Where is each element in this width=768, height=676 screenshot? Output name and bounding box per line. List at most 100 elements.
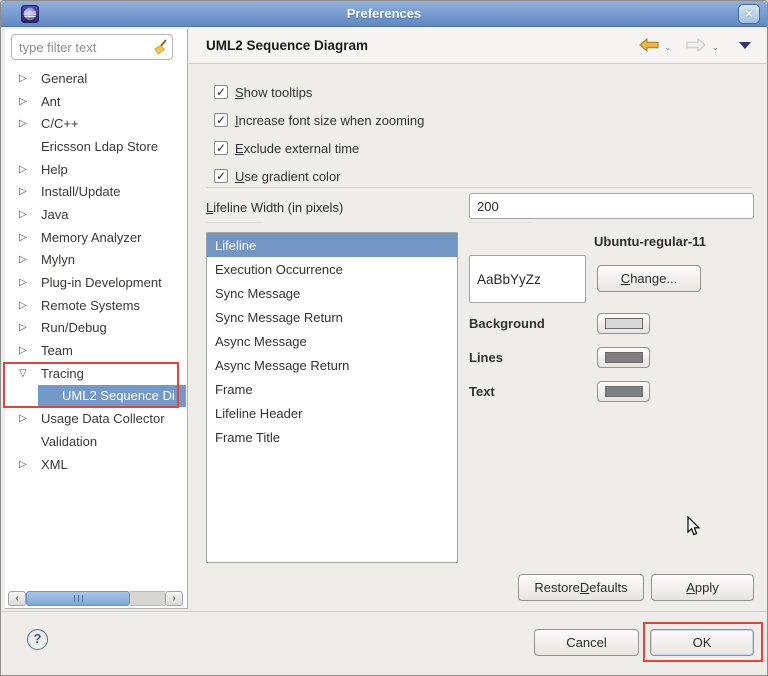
scroll-left-button[interactable]: ‹	[8, 591, 26, 606]
list-item-lifeline[interactable]: Lifeline	[207, 233, 457, 257]
checkbox-checked-icon[interactable]: ✓	[214, 85, 228, 99]
tree-item-run-debug[interactable]: ▷ Run/Debug	[5, 317, 187, 340]
help-button[interactable]: ?	[27, 629, 48, 650]
tree-item-label: Tracing	[41, 366, 84, 381]
view-menu-icon[interactable]	[738, 41, 752, 50]
expander-collapsed-icon[interactable]: ▷	[19, 96, 37, 107]
expander-collapsed-icon[interactable]: ▷	[19, 322, 37, 333]
tree-item-java[interactable]: ▷ Java	[5, 203, 187, 226]
background-color-swatch-button[interactable]	[597, 313, 650, 334]
forward-arrow-icon	[686, 38, 706, 52]
tree-item-ant[interactable]: ▷Ant	[5, 90, 187, 113]
tree-item-general[interactable]: ▷ General	[5, 67, 187, 90]
checkbox-checked-icon[interactable]: ✓	[214, 113, 228, 127]
preferences-tree: ▷General▷Ant▷C/C++Ericsson Ldap Store▷He…	[5, 67, 187, 475]
color-row-lines: Lines	[469, 347, 754, 368]
tree-item-label: Plug-in Development	[41, 275, 162, 290]
tree-item-label: C/C++	[41, 116, 79, 131]
tree-item-label: Mylyn	[41, 252, 75, 267]
lines-color-swatch-button[interactable]	[597, 347, 650, 368]
sidebar: ▷General▷Ant▷C/C++Ericsson Ldap Store▷He…	[5, 29, 188, 609]
page-title: UML2 Sequence Diagram	[206, 38, 368, 53]
list-item-async-message[interactable]: Async Message	[207, 329, 457, 353]
back-history-chevron-icon[interactable]: ⌄	[664, 42, 672, 53]
tree-item-validation[interactable]: Validation	[5, 430, 187, 453]
apply-button[interactable]: Apply	[651, 574, 754, 601]
color-swatch	[605, 386, 643, 397]
checkbox-show-tooltips[interactable]: ✓Show tooltips	[214, 84, 424, 100]
tree-item-team[interactable]: ▷Team	[5, 339, 187, 362]
page-header: UML2 Sequence Diagram ⌄ ⌄	[189, 27, 766, 64]
list-item-execution-occurrence[interactable]: Execution Occurrence	[207, 257, 457, 281]
text-color-swatch-button[interactable]	[597, 381, 650, 402]
tree-item-label: Java	[41, 207, 68, 222]
expander-collapsed-icon[interactable]: ▷	[19, 254, 37, 265]
tree-item-c-c-[interactable]: ▷ C/C++	[5, 112, 187, 135]
expander-expanded-icon[interactable]: ▽	[19, 368, 37, 379]
checkbox-exclude-external-time[interactable]: ✓Exclude external time	[214, 140, 424, 156]
tree-item-tracing[interactable]: ▽ Tracing	[5, 362, 187, 385]
expander-collapsed-icon[interactable]: ▷	[19, 186, 37, 197]
expander-collapsed-icon[interactable]: ▷	[19, 73, 37, 84]
scrollbar-track[interactable]	[130, 591, 165, 606]
title-bar[interactable]: Preferences ×	[1, 1, 767, 27]
scrollbar-thumb[interactable]	[26, 591, 130, 606]
tree-item-memory-analyzer[interactable]: ▷Memory Analyzer	[5, 226, 187, 249]
color-settings: Background Lines Text	[469, 313, 754, 415]
expander-collapsed-icon[interactable]: ▷	[19, 232, 37, 243]
checkbox-increase-font-size-when-zooming[interactable]: ✓Increase font size when zooming	[214, 112, 424, 128]
color-label: Text	[469, 384, 495, 399]
expander-collapsed-icon[interactable]: ▷	[19, 300, 37, 311]
ok-button[interactable]: OK	[650, 629, 754, 656]
tree-item-mylyn[interactable]: ▷ Mylyn	[5, 249, 187, 272]
expander-collapsed-icon[interactable]: ▷	[19, 164, 37, 175]
tree-item-usage-data-collector[interactable]: ▷ Usage Data Collector	[5, 407, 187, 430]
expander-collapsed-icon[interactable]: ▷	[19, 413, 37, 424]
tree-item-label: Run/Debug	[41, 320, 107, 335]
divider	[206, 222, 263, 223]
checkbox-use-gradient-color[interactable]: ✓Use gradient color	[214, 168, 424, 184]
separator	[206, 187, 752, 188]
tree-item-label: Install/Update	[41, 184, 121, 199]
list-item-frame[interactable]: Frame	[207, 377, 457, 401]
tree-item-remote-systems[interactable]: ▷ Remote Systems	[5, 294, 187, 317]
tree-item-install-update[interactable]: ▷ Install/Update	[5, 180, 187, 203]
expander-collapsed-icon[interactable]: ▷	[19, 345, 37, 356]
tree-item-label: General	[41, 71, 87, 86]
list-item-lifeline-header[interactable]: Lifeline Header	[207, 401, 457, 425]
eclipse-logo-icon	[21, 5, 39, 23]
tree-item-help[interactable]: ▷Help	[5, 158, 187, 181]
tree-item-plug-in-development[interactable]: ▷ Plug-in Development	[5, 271, 187, 294]
lifeline-width-input[interactable]	[469, 193, 754, 219]
close-button[interactable]: ×	[738, 4, 760, 24]
list-item-async-message-return[interactable]: Async Message Return	[207, 353, 457, 377]
tree-item-label: XML	[41, 457, 68, 472]
cancel-button[interactable]: Cancel	[534, 629, 639, 656]
horizontal-scrollbar[interactable]: ‹ ›	[8, 591, 183, 606]
clear-filter-broom-icon[interactable]	[153, 39, 168, 55]
scroll-right-button[interactable]: ›	[165, 591, 183, 606]
filter-input[interactable]	[11, 34, 173, 60]
list-item-frame-title[interactable]: Frame Title	[207, 425, 457, 449]
expander-collapsed-icon[interactable]: ▷	[19, 277, 37, 288]
tree-item-label: Usage Data Collector	[41, 411, 165, 426]
lifeline-width-label: Lifeline Width (in pixels)	[206, 200, 343, 215]
color-row-background: Background	[469, 313, 754, 334]
back-arrow-icon[interactable]	[639, 38, 659, 52]
tree-item-xml[interactable]: ▷ XML	[5, 453, 187, 476]
tree-item-uml2-sequence-di[interactable]: UML2 Sequence Di	[38, 385, 186, 408]
tree-item-ericsson-ldap-store[interactable]: Ericsson Ldap Store	[5, 135, 187, 158]
checkbox-checked-icon[interactable]: ✓	[214, 141, 228, 155]
expander-collapsed-icon[interactable]: ▷	[19, 118, 37, 129]
font-preview-box: AaBbYyZz	[469, 255, 586, 303]
expander-collapsed-icon[interactable]: ▷	[19, 459, 37, 470]
color-swatch	[605, 352, 643, 363]
restore-defaults-button[interactable]: Restore Defaults	[518, 574, 644, 601]
change-font-button[interactable]: Change...	[597, 265, 701, 292]
expander-collapsed-icon[interactable]: ▷	[19, 209, 37, 220]
font-name-label: Ubuntu-regular-11	[594, 234, 706, 249]
list-item-sync-message-return[interactable]: Sync Message Return	[207, 305, 457, 329]
tree-item-label: Remote Systems	[41, 298, 140, 313]
list-item-sync-message[interactable]: Sync Message	[207, 281, 457, 305]
checkbox-checked-icon[interactable]: ✓	[214, 169, 228, 183]
